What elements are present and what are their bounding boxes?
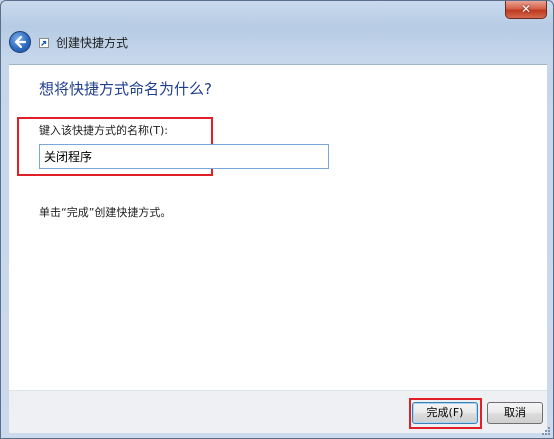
shortcut-arrow-icon (39, 38, 49, 48)
wizard-content-panel: 想将快捷方式命名为什么? 键入该快捷方式的名称(T): 单击“完成”创建快捷方式… (9, 64, 547, 390)
cancel-button[interactable]: 取消 (487, 402, 543, 424)
back-arrow-icon (14, 35, 27, 49)
finish-button[interactable]: 完成(F) (412, 402, 478, 424)
button-bar: 完成(F) 取消 (9, 390, 547, 433)
create-shortcut-window: ✕ 创建快捷方式 想将快捷方式命名为什么? 键入该快捷方式的名称(T): 单击“… (0, 0, 554, 439)
shortcut-name-input[interactable] (39, 144, 329, 169)
close-button[interactable]: ✕ (505, 1, 547, 19)
back-button[interactable] (9, 31, 31, 53)
page-heading: 想将快捷方式命名为什么? (39, 80, 212, 98)
instruction-text: 单击“完成”创建快捷方式。 (39, 206, 172, 219)
window-title: 创建快捷方式 (56, 36, 129, 50)
name-field-label: 键入该快捷方式的名称(T): (39, 124, 169, 137)
close-icon: ✕ (520, 2, 532, 16)
resize-grip-icon[interactable] (541, 426, 551, 436)
